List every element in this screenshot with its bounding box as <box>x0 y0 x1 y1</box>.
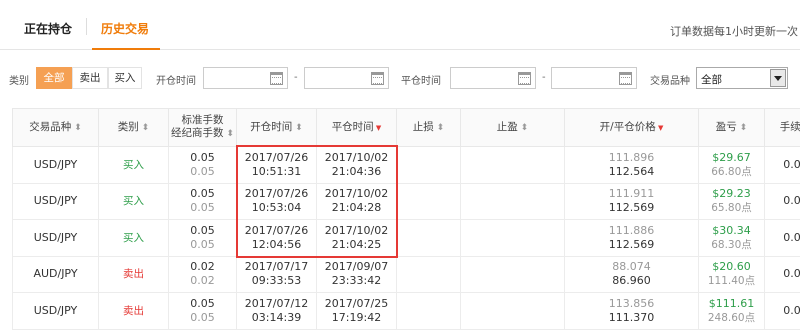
stop-loss-cell <box>396 255 461 293</box>
header-stop-loss[interactable]: 止损 <box>396 108 461 147</box>
calendar-icon[interactable] <box>270 72 283 85</box>
open-time-cell: 2017/07/17 09:33:53 <box>236 255 317 293</box>
close-time-end-input[interactable] <box>551 67 637 89</box>
open-time-cell: 2017/07/26 12:04:56 <box>236 219 317 257</box>
header-take-profit[interactable]: 止盈 <box>460 108 565 147</box>
header-close-time[interactable]: 平仓时间 <box>316 108 397 147</box>
product-select-value: 全部 <box>701 74 722 86</box>
stop-loss-cell <box>396 182 461 220</box>
history-table: 交易品种 类别 标准手数经纪商手数 开仓时间 平仓时间 止损 止盈 开/平仓价格… <box>12 108 800 330</box>
date-range-separator: - <box>542 72 546 83</box>
date-range-separator: - <box>294 72 298 83</box>
take-profit-cell <box>460 182 565 220</box>
open-time-cell: 2017/07/26 10:51:31 <box>236 146 317 184</box>
stop-loss-cell <box>396 292 461 330</box>
price-cell: 88.074 86.960 <box>564 255 699 293</box>
open-time-cell: 2017/07/12 03:14:39 <box>236 292 317 330</box>
take-profit-cell <box>460 146 565 184</box>
type-cell: 买入 <box>98 219 169 257</box>
calendar-icon[interactable] <box>619 72 632 85</box>
type-cell: 卖出 <box>98 292 169 330</box>
table-row[interactable]: USD/JPY 买入 0.05 0.05 2017/07/26 12:04:56 2… <box>12 219 800 257</box>
table-row[interactable]: USD/JPY 卖出 0.05 0.05 2017/07/12 03:14:39 2… <box>12 292 800 330</box>
table-row[interactable]: USD/JPY 买入 0.05 0.05 2017/07/26 10:53:04 2… <box>12 182 800 220</box>
symbol-cell: USD/JPY <box>12 182 99 220</box>
symbol-cell: USD/JPY <box>12 292 99 330</box>
take-profit-cell <box>460 255 565 293</box>
symbol-cell: USD/JPY <box>12 146 99 184</box>
price-cell: 111.886 112.569 <box>564 219 699 257</box>
tab-history-trades[interactable]: 历史交易 <box>101 20 149 37</box>
table-header-row: 交易品种 类别 标准手数经纪商手数 开仓时间 平仓时间 止损 止盈 开/平仓价格… <box>12 108 800 147</box>
header-open-time[interactable]: 开仓时间 <box>236 108 317 147</box>
tab-divider <box>86 18 87 35</box>
price-cell: 111.911 112.569 <box>564 182 699 220</box>
filter-bar: 类别 全部 卖出 买入 开仓时间 - 平仓时间 - 交易品种 全部 <box>0 66 800 90</box>
stop-loss-cell <box>396 219 461 257</box>
take-profit-cell <box>460 219 565 257</box>
lots-cell: 0.05 0.05 <box>168 292 237 330</box>
price-cell: 113.856 111.370 <box>564 292 699 330</box>
type-filter-sell[interactable]: 卖出 <box>72 67 108 89</box>
open-time-cell: 2017/07/26 10:53:04 <box>236 182 317 220</box>
calendar-icon[interactable] <box>518 72 531 85</box>
fee-cell: 0.00 <box>764 292 800 330</box>
type-cell: 买入 <box>98 146 169 184</box>
take-profit-cell <box>460 292 565 330</box>
fee-cell: 0.00 <box>764 255 800 293</box>
symbol-cell: AUD/JPY <box>12 255 99 293</box>
fee-cell: 0.00 <box>764 182 800 220</box>
header-profit[interactable]: 盈亏 <box>698 108 765 147</box>
close-time-cell: 2017/10/02 21:04:36 <box>316 146 397 184</box>
header-type[interactable]: 类别 <box>98 108 169 147</box>
fee-cell: 0.00 <box>764 219 800 257</box>
calendar-icon[interactable] <box>371 72 384 85</box>
profit-cell: $30.34 68.30点 <box>698 219 765 257</box>
active-tab-indicator <box>92 48 160 50</box>
header-symbol[interactable]: 交易品种 <box>12 108 99 147</box>
close-time-cell: 2017/10/02 21:04:25 <box>316 219 397 257</box>
chevron-down-icon[interactable] <box>770 69 786 87</box>
close-time-cell: 2017/09/07 23:33:42 <box>316 255 397 293</box>
symbol-cell: USD/JPY <box>12 219 99 257</box>
profit-cell: $111.61 248.60点 <box>698 292 765 330</box>
open-time-start-input[interactable] <box>203 67 288 89</box>
type-filter-buy[interactable]: 买入 <box>108 67 142 89</box>
profit-cell: $29.23 65.80点 <box>698 182 765 220</box>
profit-cell: $20.60 111.40点 <box>698 255 765 293</box>
tab-bar: 正在持仓 历史交易 订单数据每1小时更新一次 <box>0 0 800 50</box>
tab-open-positions[interactable]: 正在持仓 <box>24 20 72 37</box>
lots-cell: 0.02 0.02 <box>168 255 237 293</box>
stop-loss-cell <box>396 146 461 184</box>
open-time-end-input[interactable] <box>304 67 389 89</box>
close-time-cell: 2017/10/02 21:04:28 <box>316 182 397 220</box>
header-prices[interactable]: 开/平仓价格 <box>564 108 699 147</box>
price-cell: 111.896 112.564 <box>564 146 699 184</box>
open-time-label: 开仓时间 <box>156 76 196 87</box>
close-time-cell: 2017/07/25 17:19:42 <box>316 292 397 330</box>
header-fee[interactable]: 手续费 <box>764 108 800 147</box>
type-filter-all[interactable]: 全部 <box>36 67 72 89</box>
type-cell: 卖出 <box>98 255 169 293</box>
table-row[interactable]: USD/JPY 买入 0.05 0.05 2017/07/26 10:51:31 2… <box>12 146 800 184</box>
lots-cell: 0.05 0.05 <box>168 182 237 220</box>
table-row[interactable]: AUD/JPY 卖出 0.02 0.02 2017/07/17 09:33:53 2… <box>12 255 800 293</box>
lots-cell: 0.05 0.05 <box>168 219 237 257</box>
type-cell: 买入 <box>98 182 169 220</box>
update-notice: 订单数据每1小时更新一次 <box>670 25 798 38</box>
close-time-label: 平仓时间 <box>401 76 441 87</box>
product-filter-label: 交易品种 <box>650 76 690 87</box>
type-filter-label: 类别 <box>9 76 29 87</box>
close-time-start-input[interactable] <box>450 67 536 89</box>
product-select[interactable]: 全部 <box>696 67 788 89</box>
profit-cell: $29.67 66.80点 <box>698 146 765 184</box>
header-lots[interactable]: 标准手数 经纪商手数 <box>168 108 237 147</box>
lots-cell: 0.05 0.05 <box>168 146 237 184</box>
fee-cell: 0.00 <box>764 146 800 184</box>
